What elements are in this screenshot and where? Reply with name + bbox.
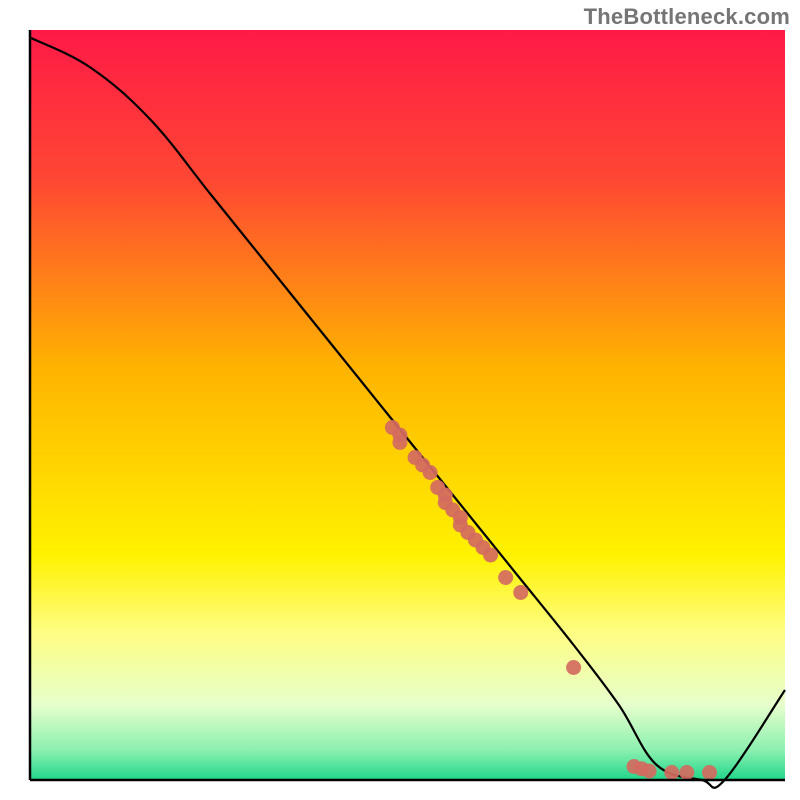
- scatter-point: [642, 764, 657, 779]
- scatter-point: [702, 765, 717, 780]
- plot-background: [30, 30, 785, 780]
- scatter-point: [498, 570, 513, 585]
- watermark-text: TheBottleneck.com: [584, 4, 790, 30]
- scatter-point: [566, 660, 581, 675]
- scatter-point: [664, 765, 679, 780]
- scatter-point: [483, 548, 498, 563]
- scatter-point: [392, 435, 407, 450]
- scatter-point: [679, 765, 694, 780]
- bottleneck-chart: [0, 0, 800, 800]
- chart-stage: TheBottleneck.com: [0, 0, 800, 800]
- scatter-point: [423, 465, 438, 480]
- scatter-point: [513, 585, 528, 600]
